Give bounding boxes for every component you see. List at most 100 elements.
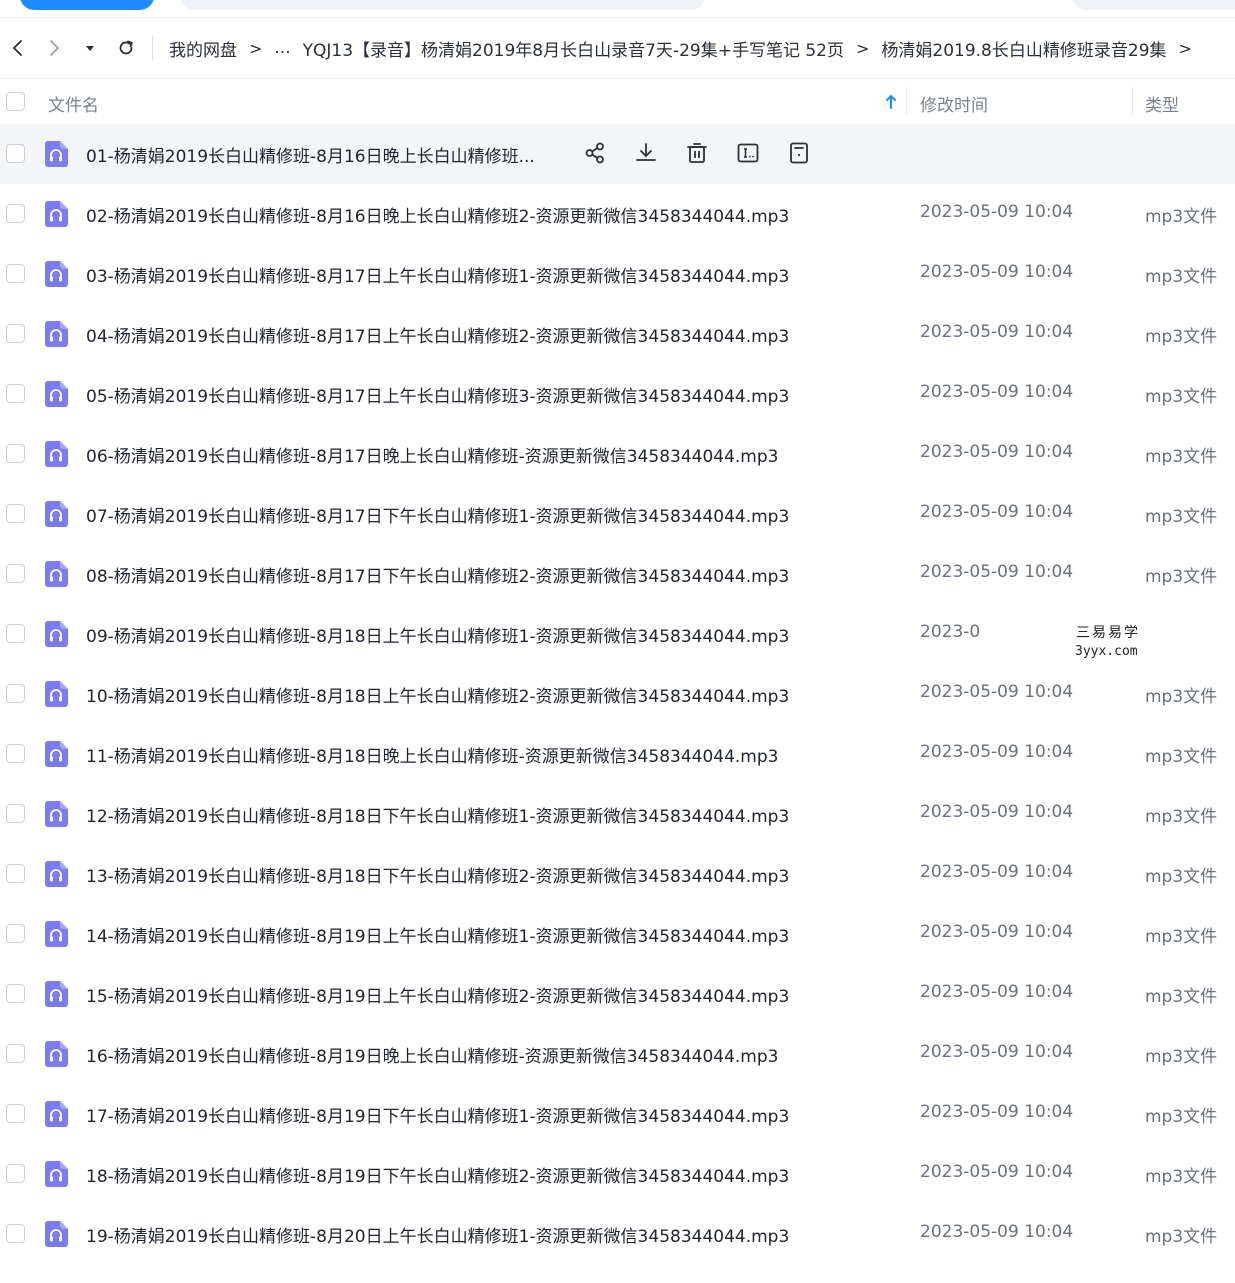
more-button[interactable]: [785, 139, 813, 167]
file-type: mp3文件: [1145, 387, 1218, 407]
watermark-url: 3yyx.com: [1075, 644, 1138, 659]
file-modified-date: 2023-05-09 10:04: [920, 982, 1074, 1002]
file-type: mp3文件: [1145, 567, 1218, 587]
file-type: mp3文件: [1145, 867, 1218, 887]
file-list: 01-杨清娟2019长白山精修班-8月16日晚上长白山精修班... 02-杨清娟…: [0, 124, 1235, 1264]
breadcrumb-ellipsis[interactable]: ...: [272, 38, 292, 58]
file-row[interactable]: 03-杨清娟2019长白山精修班-8月17日上午长白山精修班1-资源更新微信34…: [0, 244, 1235, 304]
audio-file-icon: [45, 501, 68, 527]
row-checkbox[interactable]: [6, 504, 25, 523]
history-dropdown-button[interactable]: [72, 30, 108, 66]
file-name[interactable]: 11-杨清娟2019长白山精修班-8月18日晚上长白山精修班-资源更新微信345…: [86, 742, 778, 767]
file-name[interactable]: 08-杨清娟2019长白山精修班-8月17日下午长白山精修班2-资源更新微信34…: [86, 562, 789, 587]
file-name[interactable]: 17-杨清娟2019长白山精修班-8月19日下午长白山精修班1-资源更新微信34…: [86, 1102, 789, 1127]
file-type: mp3文件: [1145, 687, 1218, 707]
file-modified-date: 2023-05-09 10:04: [920, 322, 1074, 342]
file-name[interactable]: 14-杨清娟2019长白山精修班-8月19日上午长白山精修班1-资源更新微信34…: [86, 922, 789, 947]
file-row[interactable]: 11-杨清娟2019长白山精修班-8月18日晚上长白山精修班-资源更新微信345…: [0, 724, 1235, 784]
file-row[interactable]: 07-杨清娟2019长白山精修班-8月17日下午长白山精修班1-资源更新微信34…: [0, 484, 1235, 544]
file-type: mp3文件: [1145, 807, 1218, 827]
row-checkbox[interactable]: [6, 984, 25, 1003]
file-name[interactable]: 15-杨清娟2019长白山精修班-8月19日上午长白山精修班2-资源更新微信34…: [86, 982, 789, 1007]
toolbar-right-control[interactable]: [1072, 0, 1235, 10]
row-checkbox[interactable]: [6, 264, 25, 283]
column-divider[interactable]: [1132, 87, 1133, 117]
column-header-name[interactable]: 文件名: [48, 91, 99, 116]
row-checkbox[interactable]: [6, 564, 25, 583]
row-checkbox[interactable]: [6, 864, 25, 883]
row-checkbox[interactable]: [6, 924, 25, 943]
sort-ascending-icon[interactable]: [884, 93, 898, 111]
file-name[interactable]: 12-杨清娟2019长白山精修班-8月18日下午长白山精修班1-资源更新微信34…: [86, 802, 789, 827]
file-type: mp3文件: [1145, 1227, 1218, 1247]
search-bar[interactable]: [180, 0, 705, 10]
breadcrumb-parent-folder[interactable]: YQJ13【录音】杨清娟2019年8月长白山录音7天-29集+手写笔记 52页: [301, 36, 846, 61]
file-name[interactable]: 06-杨清娟2019长白山精修班-8月17日晚上长白山精修班-资源更新微信345…: [86, 442, 778, 467]
file-name[interactable]: 04-杨清娟2019长白山精修班-8月17日上午长白山精修班2-资源更新微信34…: [86, 322, 789, 347]
file-row[interactable]: 08-杨清娟2019长白山精修班-8月17日下午长白山精修班2-资源更新微信34…: [0, 544, 1235, 604]
file-name[interactable]: 10-杨清娟2019长白山精修班-8月18日上午长白山精修班2-资源更新微信34…: [86, 682, 789, 707]
file-type: mp3文件: [1145, 207, 1218, 227]
row-checkbox[interactable]: [6, 1044, 25, 1063]
file-row[interactable]: 02-杨清娟2019长白山精修班-8月16日晚上长白山精修班2-资源更新微信34…: [0, 184, 1235, 244]
column-divider[interactable]: [906, 87, 907, 117]
file-name[interactable]: 02-杨清娟2019长白山精修班-8月16日晚上长白山精修班2-资源更新微信34…: [86, 202, 789, 227]
row-checkbox[interactable]: [6, 1104, 25, 1123]
file-name[interactable]: 19-杨清娟2019长白山精修班-8月20日上午长白山精修班1-资源更新微信34…: [86, 1222, 789, 1247]
row-checkbox[interactable]: [6, 1164, 25, 1183]
file-modified-date: 2023-05-09 10:04: [920, 1222, 1074, 1242]
file-name[interactable]: 05-杨清娟2019长白山精修班-8月17日上午长白山精修班3-资源更新微信34…: [86, 382, 789, 407]
row-checkbox[interactable]: [6, 684, 25, 703]
file-row[interactable]: 12-杨清娟2019长白山精修班-8月18日下午长白山精修班1-资源更新微信34…: [0, 784, 1235, 844]
file-row[interactable]: 17-杨清娟2019长白山精修班-8月19日下午长白山精修班1-资源更新微信34…: [0, 1084, 1235, 1144]
watermark-text: 三易易学: [1076, 625, 1140, 641]
forward-button[interactable]: [36, 30, 72, 66]
file-name[interactable]: 13-杨清娟2019长白山精修班-8月18日下午长白山精修班2-资源更新微信34…: [86, 862, 789, 887]
breadcrumb-current-folder[interactable]: 杨清娟2019.8长白山精修班录音29集: [879, 36, 1168, 61]
file-modified-date: 2023-05-09 10:04: [920, 502, 1074, 522]
row-checkbox[interactable]: [6, 384, 25, 403]
chevron-right-icon: [50, 40, 59, 56]
file-row[interactable]: 16-杨清娟2019长白山精修班-8月19日晚上长白山精修班-资源更新微信345…: [0, 1024, 1235, 1084]
refresh-button[interactable]: [108, 30, 144, 66]
download-button[interactable]: [632, 139, 660, 167]
share-button[interactable]: [581, 139, 609, 167]
audio-file-icon: [45, 621, 68, 647]
file-name[interactable]: 09-杨清娟2019长白山精修班-8月18日上午长白山精修班1-资源更新微信34…: [86, 622, 789, 647]
breadcrumb-my-drive[interactable]: 我的网盘: [167, 36, 239, 61]
file-row[interactable]: 14-杨清娟2019长白山精修班-8月19日上午长白山精修班1-资源更新微信34…: [0, 904, 1235, 964]
file-row[interactable]: 15-杨清娟2019长白山精修班-8月19日上午长白山精修班2-资源更新微信34…: [0, 964, 1235, 1024]
delete-button[interactable]: [683, 139, 711, 167]
row-checkbox[interactable]: [6, 444, 25, 463]
row-checkbox[interactable]: [6, 204, 25, 223]
file-row[interactable]: 01-杨清娟2019长白山精修班-8月16日晚上长白山精修班...: [0, 124, 1235, 184]
row-checkbox[interactable]: [6, 744, 25, 763]
file-name[interactable]: 16-杨清娟2019长白山精修班-8月19日晚上长白山精修班-资源更新微信345…: [86, 1042, 778, 1067]
file-type: mp3文件: [1145, 1047, 1218, 1067]
file-row[interactable]: 10-杨清娟2019长白山精修班-8月18日上午长白山精修班2-资源更新微信34…: [0, 664, 1235, 724]
row-actions: [581, 139, 836, 167]
file-name[interactable]: 01-杨清娟2019长白山精修班-8月16日晚上长白山精修班...: [86, 142, 556, 167]
file-name[interactable]: 03-杨清娟2019长白山精修班-8月17日上午长白山精修班1-资源更新微信34…: [86, 262, 789, 287]
file-modified-date: 2023-05-09 10:04: [920, 862, 1074, 882]
file-row[interactable]: 05-杨清娟2019长白山精修班-8月17日上午长白山精修班3-资源更新微信34…: [0, 364, 1235, 424]
column-header-modified[interactable]: 修改时间: [920, 91, 988, 116]
file-type: mp3文件: [1145, 927, 1218, 947]
row-checkbox[interactable]: [6, 324, 25, 343]
select-all-checkbox[interactable]: [6, 92, 25, 111]
file-name[interactable]: 18-杨清娟2019长白山精修班-8月19日下午长白山精修班2-资源更新微信34…: [86, 1162, 789, 1187]
upload-button[interactable]: [20, 0, 154, 10]
rename-button[interactable]: [734, 139, 762, 167]
row-checkbox[interactable]: [6, 624, 25, 643]
column-header-type[interactable]: 类型: [1145, 91, 1179, 116]
row-checkbox[interactable]: [6, 1224, 25, 1243]
back-button[interactable]: [0, 30, 36, 66]
file-row[interactable]: 13-杨清娟2019长白山精修班-8月18日下午长白山精修班2-资源更新微信34…: [0, 844, 1235, 904]
row-checkbox[interactable]: [6, 144, 25, 163]
file-row[interactable]: 06-杨清娟2019长白山精修班-8月17日晚上长白山精修班-资源更新微信345…: [0, 424, 1235, 484]
file-name[interactable]: 07-杨清娟2019长白山精修班-8月17日下午长白山精修班1-资源更新微信34…: [86, 502, 789, 527]
file-row[interactable]: 04-杨清娟2019长白山精修班-8月17日上午长白山精修班2-资源更新微信34…: [0, 304, 1235, 364]
file-row[interactable]: 19-杨清娟2019长白山精修班-8月20日上午长白山精修班1-资源更新微信34…: [0, 1204, 1235, 1264]
file-row[interactable]: 18-杨清娟2019长白山精修班-8月19日下午长白山精修班2-资源更新微信34…: [0, 1144, 1235, 1204]
row-checkbox[interactable]: [6, 804, 25, 823]
